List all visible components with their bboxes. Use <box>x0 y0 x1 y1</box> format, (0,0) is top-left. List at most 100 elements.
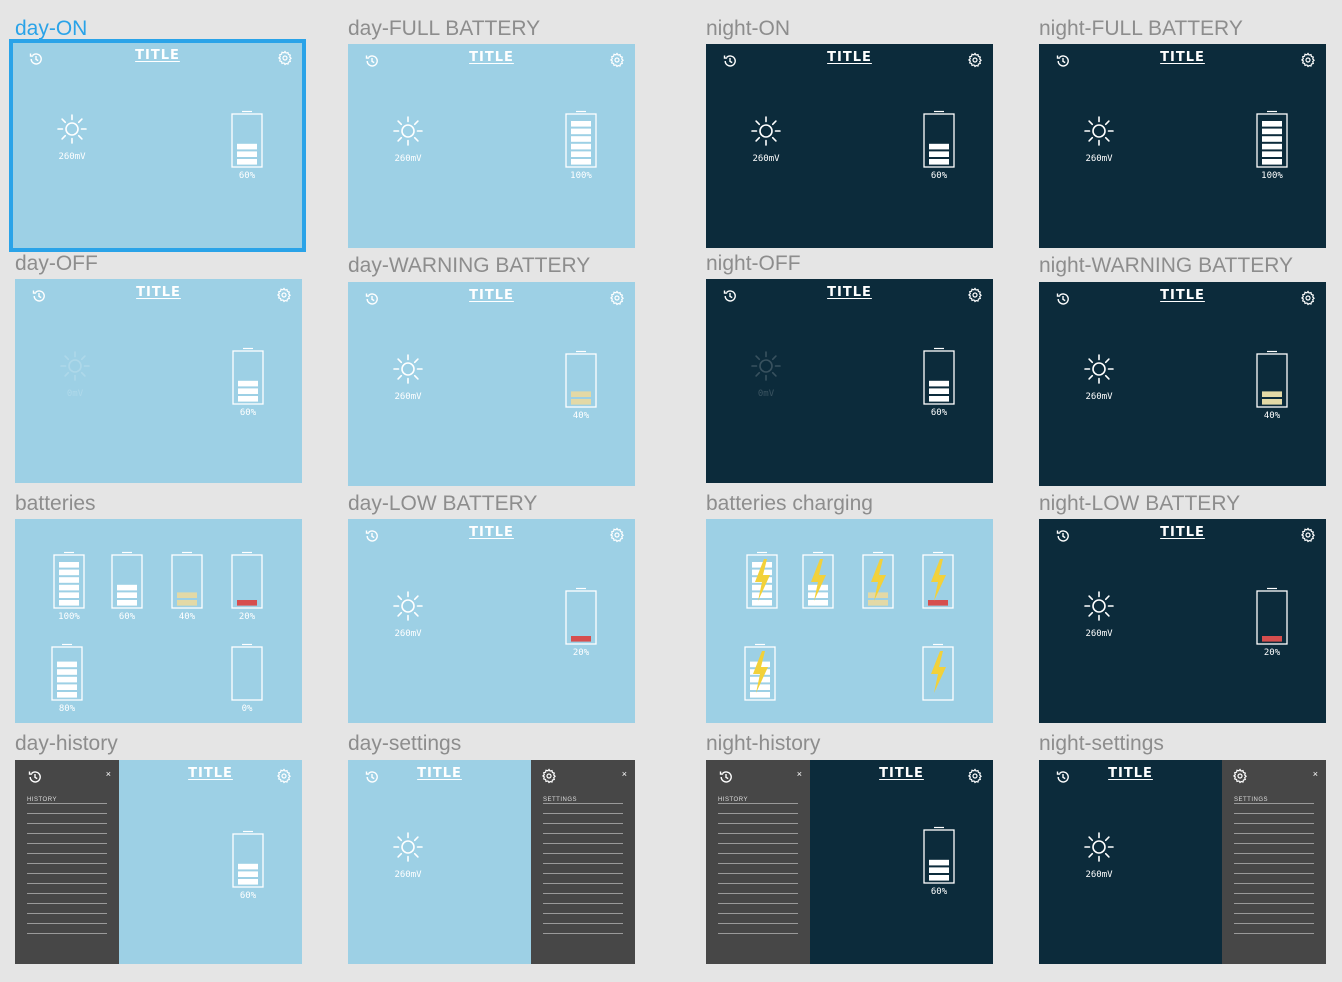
list-line <box>27 903 107 904</box>
frame-night-on[interactable]: TITLE 260mV 60% <box>706 44 993 248</box>
voltage-text: 260mV <box>1085 870 1113 880</box>
gear-icon[interactable] <box>967 768 983 784</box>
battery-icon: 60% <box>923 347 955 418</box>
frame-label-batteries-charging[interactable]: batteries charging <box>706 493 873 514</box>
history-icon[interactable] <box>364 528 380 544</box>
voltage-text: 260mV <box>752 154 780 164</box>
list-line <box>718 923 798 924</box>
gear-icon[interactable] <box>609 52 625 68</box>
list-line <box>1234 843 1314 844</box>
history-icon[interactable] <box>1055 291 1071 307</box>
list-line <box>718 863 798 864</box>
gear-icon[interactable] <box>276 287 292 303</box>
gear-icon[interactable] <box>1232 768 1248 784</box>
frame-label-night-off[interactable]: night-OFF <box>706 253 801 274</box>
frame-day-off[interactable]: TITLE 0mV 60% <box>15 279 302 483</box>
frame-label-night-warning[interactable]: night-WARNING BATTERY <box>1039 255 1293 276</box>
frame-label-day-off[interactable]: day-OFF <box>15 253 98 274</box>
frame-label-night-history[interactable]: night-history <box>706 733 820 754</box>
voltage-text: 0mV <box>66 389 84 399</box>
gear-icon[interactable] <box>277 50 293 66</box>
sun-readout: 260mV <box>1079 352 1119 402</box>
list-line <box>1234 903 1314 904</box>
frame-night-full[interactable]: TITLE 260mV 100% <box>1039 44 1326 248</box>
frame-label-batteries[interactable]: batteries <box>15 493 96 514</box>
frame-label-day-settings[interactable]: day-settings <box>348 733 461 754</box>
battery-icon: 40% <box>1256 350 1288 421</box>
list-line <box>718 913 798 914</box>
list-line <box>543 823 623 824</box>
settings-panel: × SETTINGS <box>531 760 635 964</box>
close-icon[interactable]: × <box>622 769 627 779</box>
battery-percent: 20% <box>1263 648 1281 658</box>
history-icon[interactable] <box>1055 528 1071 544</box>
list-line <box>27 803 107 804</box>
list-line <box>543 883 623 884</box>
frame-label-day-warning[interactable]: day-WARNING BATTERY <box>348 255 590 276</box>
gear-icon[interactable] <box>967 287 983 303</box>
frame-day-history[interactable]: TITLE × HISTORY 60% <box>15 760 302 964</box>
charging-battery-icon <box>802 551 834 609</box>
list-line <box>1234 803 1314 804</box>
frame-label-night-settings[interactable]: night-settings <box>1039 733 1164 754</box>
frame-label-night-on[interactable]: night-ON <box>706 18 790 39</box>
frame-day-on[interactable]: TITLE 260mV 60% <box>9 39 306 252</box>
frame-label-night-full[interactable]: night-FULL BATTERY <box>1039 18 1243 39</box>
gear-icon[interactable] <box>609 290 625 306</box>
frame-batteries[interactable]: 100% 60% 40% 20% 80% 0% <box>15 519 302 723</box>
frame-batteries-charging[interactable] <box>706 519 993 723</box>
history-icon[interactable] <box>722 288 738 304</box>
frame-label-day-on[interactable]: day-ON <box>15 18 87 39</box>
history-icon[interactable] <box>364 291 380 307</box>
sun-icon <box>393 354 423 384</box>
frame-night-warning[interactable]: TITLE 260mV 40% <box>1039 282 1326 486</box>
frame-label-day-full[interactable]: day-FULL BATTERY <box>348 18 540 39</box>
frame-day-settings[interactable]: TITLE 260mV × SETTINGS <box>348 760 635 964</box>
history-icon[interactable] <box>364 769 380 785</box>
list-line <box>543 803 623 804</box>
list-line <box>543 933 623 934</box>
sun-icon <box>393 591 423 621</box>
frame-label-day-low[interactable]: day-LOW BATTERY <box>348 493 537 514</box>
frame-night-low[interactable]: TITLE 260mV 20% <box>1039 519 1326 723</box>
history-icon[interactable] <box>364 53 380 69</box>
frame-day-warning[interactable]: TITLE 260mV 40% <box>348 282 635 486</box>
history-icon[interactable] <box>722 53 738 69</box>
title-text: TITLE <box>827 285 872 300</box>
close-icon[interactable]: × <box>106 769 111 779</box>
history-icon[interactable] <box>28 51 44 67</box>
frame-day-full[interactable]: TITLE 260mV 100% <box>348 44 635 248</box>
list-line <box>718 883 798 884</box>
battery-icon: 60% <box>232 347 264 418</box>
title-text: TITLE <box>1160 525 1205 540</box>
frame-night-history[interactable]: TITLE × HISTORY 60% <box>706 760 993 964</box>
battery-percent: 0% <box>241 704 253 714</box>
gear-icon[interactable] <box>276 768 292 784</box>
close-icon[interactable]: × <box>797 769 802 779</box>
sun-readout: 260mV <box>388 830 428 880</box>
frame-label-night-low[interactable]: night-LOW BATTERY <box>1039 493 1240 514</box>
gear-icon[interactable] <box>1300 290 1316 306</box>
frame-night-off[interactable]: TITLE 0mV 60% <box>706 279 993 483</box>
history-icon[interactable] <box>718 769 734 785</box>
battery-percent: 40% <box>178 612 196 622</box>
gear-icon[interactable] <box>1300 52 1316 68</box>
frame-label-day-history[interactable]: day-history <box>15 733 118 754</box>
gear-icon[interactable] <box>609 527 625 543</box>
gear-icon[interactable] <box>541 768 557 784</box>
sun-readout: 260mV <box>388 352 428 402</box>
frame-night-settings[interactable]: TITLE 260mV × SETTINGS <box>1039 760 1326 964</box>
list-line <box>1234 813 1314 814</box>
history-icon[interactable] <box>1055 769 1071 785</box>
sun-readout: 260mV <box>1079 114 1119 164</box>
gear-icon[interactable] <box>1300 527 1316 543</box>
history-icon[interactable] <box>31 288 47 304</box>
sun-icon <box>1084 116 1114 146</box>
history-icon[interactable] <box>1055 53 1071 69</box>
history-icon[interactable] <box>27 769 43 785</box>
sun-icon <box>60 351 90 381</box>
close-icon[interactable]: × <box>1313 769 1318 779</box>
frame-day-low[interactable]: TITLE 260mV 20% <box>348 519 635 723</box>
gear-icon[interactable] <box>967 52 983 68</box>
title-text: TITLE <box>1160 288 1205 303</box>
